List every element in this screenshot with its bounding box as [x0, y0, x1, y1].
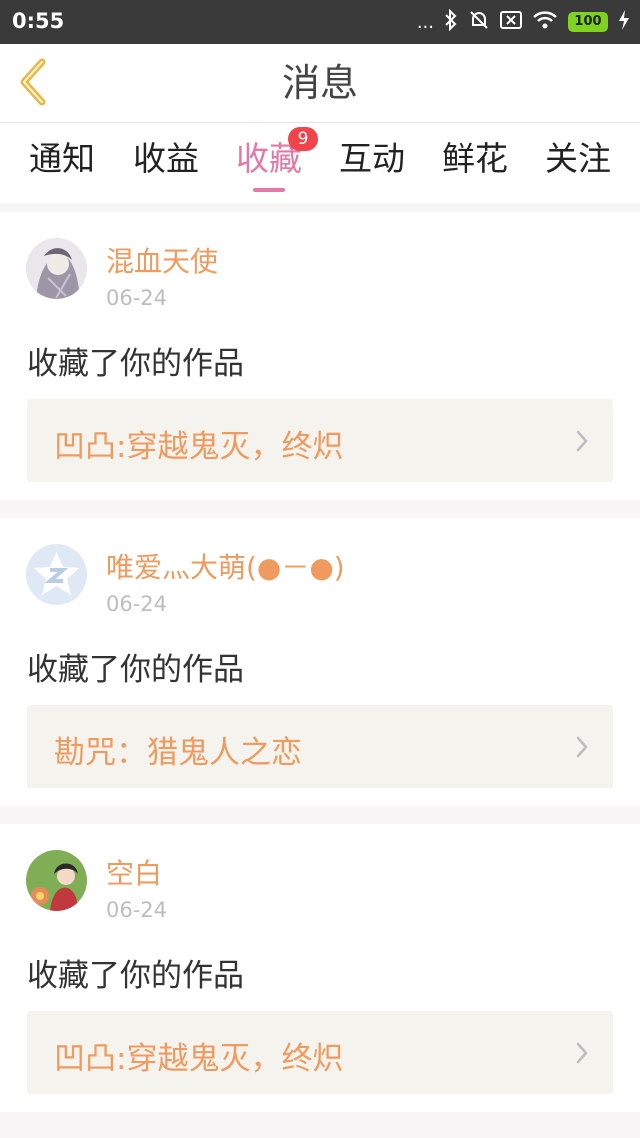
- chevron-right-icon: [576, 736, 588, 758]
- tab-favorites[interactable]: 收藏 9: [224, 127, 318, 192]
- username[interactable]: 唯爱灬大萌(●－●): [106, 546, 345, 586]
- chevron-left-icon: [20, 58, 46, 106]
- page-title: 消息: [281, 61, 358, 105]
- work-title: 凹凸:穿越鬼灭，终炽: [54, 429, 344, 465]
- message-card: 空白 06-24 收藏了你的作品 凹凸:穿越鬼灭，终炽: [0, 824, 640, 1112]
- active-tab-indicator: [253, 188, 285, 192]
- work-title: 勘咒：猎鬼人之恋: [54, 735, 302, 771]
- username[interactable]: 空白: [106, 852, 162, 892]
- message-text: 收藏了你的作品: [27, 346, 244, 382]
- tab-bar: 通知 收益 收藏 9 互动 鲜花 关注: [0, 123, 640, 203]
- avatar[interactable]: [26, 544, 87, 605]
- more-dots-icon: ...: [416, 11, 434, 33]
- wifi-icon: [532, 10, 558, 35]
- tab-label: 互动: [339, 139, 405, 178]
- charging-icon: [618, 9, 630, 35]
- message-date: 06-24: [106, 286, 168, 310]
- work-link[interactable]: 凹凸:穿越鬼灭，终炽: [27, 399, 613, 482]
- message-card: 唯爱灬大萌(●－●) 06-24 收藏了你的作品 勘咒：猎鬼人之恋: [0, 518, 640, 806]
- work-title: 凹凸:穿越鬼灭，终炽: [54, 1041, 344, 1077]
- avatar[interactable]: [26, 238, 87, 299]
- work-link[interactable]: 凹凸:穿越鬼灭，终炽: [27, 1011, 613, 1094]
- status-bar: 0:55 ... 100: [0, 0, 640, 44]
- message-text: 收藏了你的作品: [27, 958, 244, 994]
- message-date: 06-24: [106, 898, 168, 922]
- tab-label: 鲜花: [442, 139, 508, 178]
- tab-earnings[interactable]: 收益: [121, 137, 211, 187]
- tab-label: 通知: [29, 139, 95, 178]
- avatar[interactable]: [26, 850, 87, 911]
- message-card: 混血天使 06-24 收藏了你的作品 凹凸:穿越鬼灭，终炽: [0, 212, 640, 500]
- battery-icon: 100: [568, 12, 608, 32]
- tab-interactions[interactable]: 互动: [327, 137, 417, 187]
- back-button[interactable]: [12, 56, 56, 110]
- status-time: 0:55: [12, 9, 65, 33]
- unread-badge: 9: [288, 127, 318, 151]
- tab-notifications[interactable]: 通知: [17, 137, 107, 187]
- message-text: 收藏了你的作品: [27, 652, 244, 688]
- tab-label: 收益: [133, 139, 199, 178]
- header: 消息: [0, 44, 640, 122]
- message-date: 06-24: [106, 592, 168, 616]
- mute-bell-icon: [468, 9, 490, 36]
- status-icons: ... 100: [417, 8, 630, 36]
- username[interactable]: 混血天使: [106, 240, 218, 280]
- work-link[interactable]: 勘咒：猎鬼人之恋: [27, 705, 613, 788]
- chevron-right-icon: [576, 430, 588, 452]
- tab-flowers[interactable]: 鲜花: [430, 137, 520, 187]
- tab-label: 关注: [545, 139, 611, 178]
- no-sim-icon: [500, 10, 522, 35]
- bluetooth-icon: [444, 8, 458, 36]
- chevron-right-icon: [576, 1042, 588, 1064]
- tab-follows[interactable]: 关注: [533, 137, 623, 187]
